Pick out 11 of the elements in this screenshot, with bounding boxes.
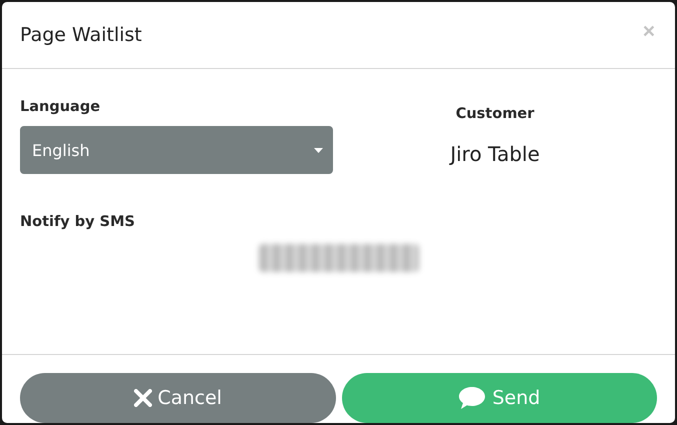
field-label: Language — [20, 99, 102, 115]
field-label: Customer — [456, 106, 534, 122]
customer-name: Jiro Table — [450, 142, 540, 166]
caret-icon — [314, 148, 323, 152]
send-button[interactable]: Send — [342, 373, 657, 423]
dialog-title: Page Waitlist — [20, 24, 142, 46]
speech-bubble-icon — [458, 386, 486, 410]
language-dropdown[interactable]: English — [20, 126, 333, 174]
close-icon — [134, 389, 152, 407]
field-label: Notify by SMS — [20, 214, 136, 230]
cancel-button[interactable]: Cancel — [20, 373, 336, 423]
